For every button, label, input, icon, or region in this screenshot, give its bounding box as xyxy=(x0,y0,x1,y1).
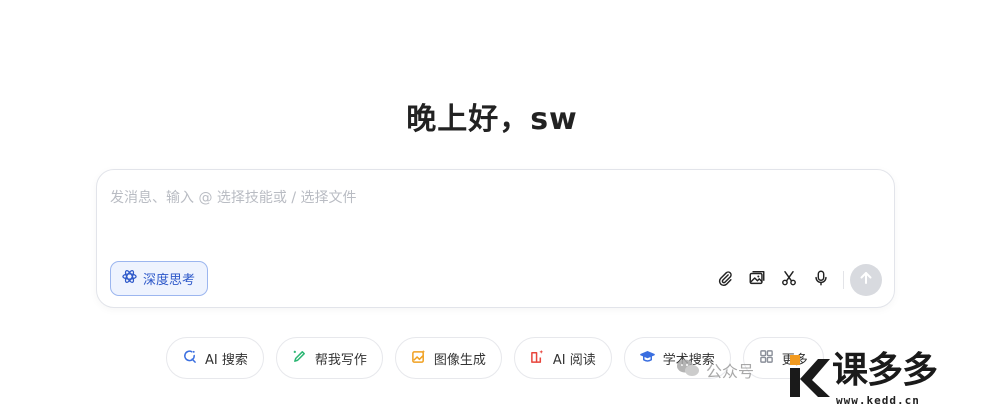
deep-think-button[interactable]: 深度思考 xyxy=(110,261,209,296)
kedd-logo-url: www.kedd.cn xyxy=(836,394,920,407)
screenshot-button[interactable] xyxy=(773,264,805,296)
microphone-icon xyxy=(812,269,830,291)
search-refresh-icon xyxy=(182,349,197,368)
wechat-icon xyxy=(676,358,700,382)
voice-input-button[interactable] xyxy=(805,264,837,296)
message-input[interactable] xyxy=(110,186,810,210)
toolbar-divider xyxy=(843,271,844,289)
wechat-watermark: 公众号 xyxy=(676,358,754,382)
graduation-cap-icon xyxy=(639,349,655,368)
grid-icon xyxy=(759,349,774,368)
chip-ai-search[interactable]: AI 搜索 xyxy=(166,337,264,379)
arrow-up-icon xyxy=(858,270,874,290)
chip-help-write[interactable]: 帮我写作 xyxy=(275,337,383,379)
pen-icon xyxy=(292,349,307,368)
chat-home-page: 晚上好，sw 深度思考 xyxy=(0,0,984,408)
chip-ai-reading[interactable]: AI 阅读 xyxy=(513,337,612,379)
image-spark-icon xyxy=(411,349,426,368)
chip-label: 图像生成 xyxy=(433,352,486,368)
send-button[interactable] xyxy=(850,264,882,296)
chip-image-generation[interactable]: 图像生成 xyxy=(394,337,502,379)
kedd-logo-icon xyxy=(790,355,830,397)
chip-label: AI 搜索 xyxy=(205,352,248,368)
kedd-logo-name: 课多多 xyxy=(832,350,938,391)
scissors-icon xyxy=(780,269,798,291)
chip-label: 帮我写作 xyxy=(314,352,367,368)
kedd-logo-watermark: 课多多 www.kedd.cn xyxy=(788,350,984,408)
book-spark-icon xyxy=(530,349,545,368)
greeting-title: 晚上好，sw xyxy=(406,102,578,137)
composer-toolbar xyxy=(709,264,882,296)
atom-icon xyxy=(122,269,137,288)
wechat-watermark-text: 公众号 xyxy=(706,362,755,381)
upload-image-button[interactable] xyxy=(741,264,773,296)
image-upload-icon xyxy=(748,269,766,291)
deep-think-label: 深度思考 xyxy=(143,273,196,288)
paperclip-icon xyxy=(716,269,734,291)
message-composer: 深度思考 xyxy=(96,169,895,308)
chip-label: AI 阅读 xyxy=(552,352,596,368)
attach-file-button[interactable] xyxy=(709,264,741,296)
